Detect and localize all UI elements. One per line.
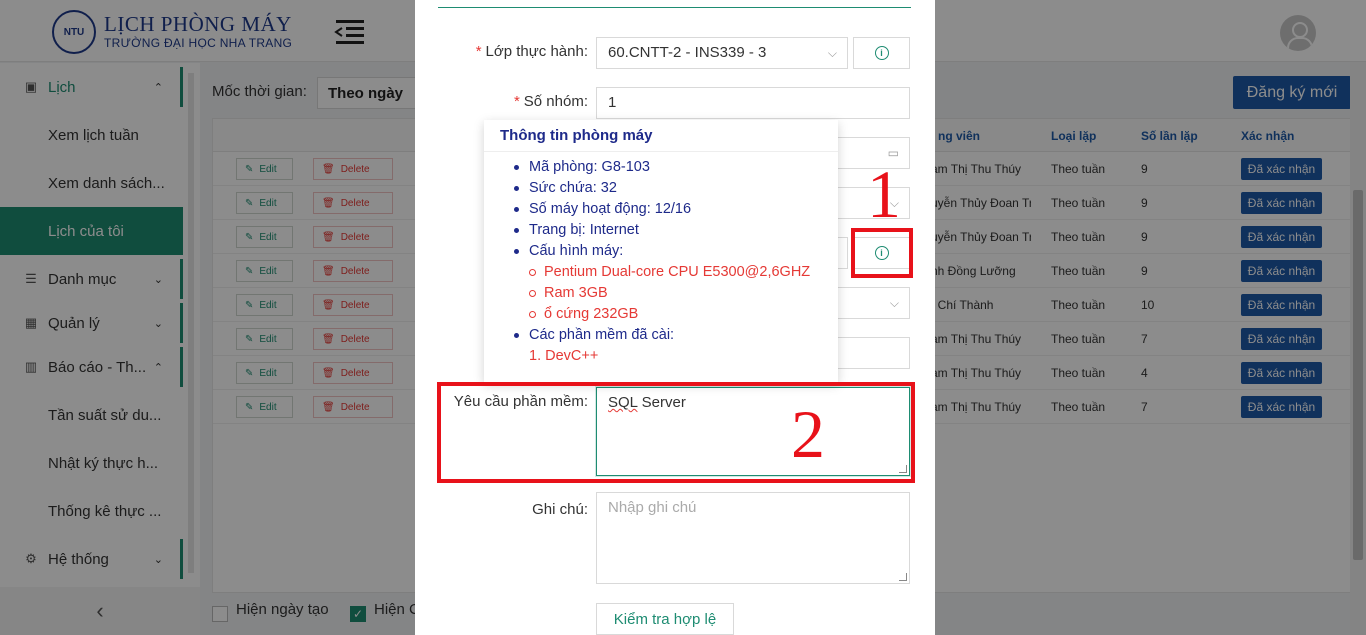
chevron-down-icon: ⌵ — [827, 46, 837, 60]
config-ram: Ram 3GB — [529, 283, 810, 304]
room-software: Các phần mềm đã cài: — [513, 325, 810, 346]
popover-divider — [484, 151, 838, 152]
room-equipment: Trang bị: Internet — [513, 220, 810, 241]
room-config: Cấu hình máy: — [513, 241, 810, 262]
config-cpu: Pentium Dual-core CPU E5300@2,6GHZ — [529, 262, 810, 283]
resize-handle[interactable] — [899, 573, 907, 581]
room-code: Mã phòng: G8-103 — [513, 157, 810, 178]
ghi-chu-label: Ghi chú: — [532, 501, 588, 518]
annotation-box-1 — [851, 228, 913, 278]
label-text: Số nhóm: — [523, 93, 588, 110]
validate-button[interactable]: Kiểm tra hợp lệ — [596, 603, 734, 635]
ghi-chu-textarea[interactable]: Nhập ghi chú — [596, 492, 910, 584]
annotation-number-1: 1 — [867, 156, 901, 232]
software-item: 1. DevC++ — [529, 348, 599, 364]
config-disk: ổ cứng 232GB — [529, 304, 810, 325]
modal-divider — [438, 7, 911, 8]
lop-thuc-hanh-label: * Lớp thực hành: — [475, 43, 588, 60]
so-nhom-label: * Số nhóm: — [513, 93, 588, 110]
room-active-machines: Số máy hoạt động: 12/16 — [513, 199, 810, 220]
annotation-number-2: 2 — [791, 396, 825, 472]
room-info-popover: Thông tin phòng máy Mã phòng: G8-103 Sức… — [484, 120, 838, 382]
annotation-box-2 — [437, 382, 915, 483]
popover-title: Thông tin phòng máy — [500, 127, 653, 144]
label-text: Lớp thực hành: — [485, 43, 588, 60]
chevron-down-icon: ⌵ — [889, 296, 899, 310]
so-nhom-input[interactable]: 1 — [596, 87, 910, 119]
room-info-list: Mã phòng: G8-103 Sức chứa: 32 Số máy hoạ… — [513, 157, 810, 367]
class-info-button[interactable]: i — [853, 37, 910, 69]
room-capacity: Sức chứa: 32 — [513, 178, 810, 199]
lop-thuc-hanh-select[interactable]: 60.CNTT-2 - INS339 - 3 ⌵ — [596, 37, 848, 69]
select-value: 60.CNTT-2 - INS339 - 3 — [608, 44, 767, 61]
placeholder-text: Nhập ghi chú — [608, 499, 697, 516]
info-icon: i — [874, 46, 889, 60]
